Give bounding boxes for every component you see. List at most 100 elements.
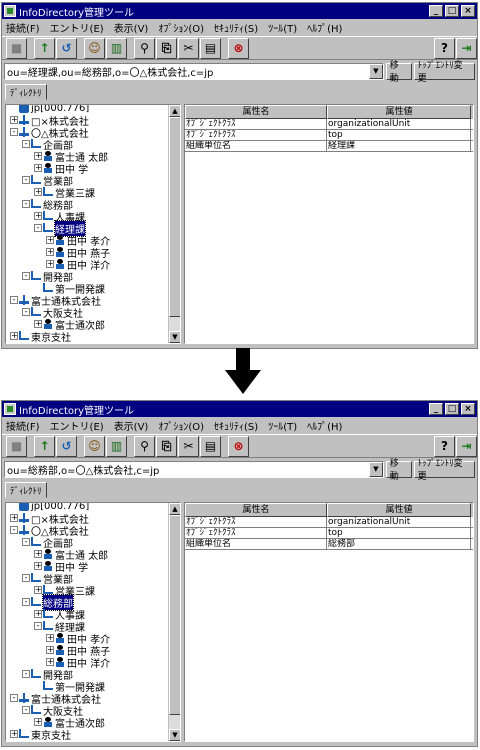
tree-scrollbar[interactable]: ▲ ▼ <box>168 503 180 741</box>
up-icon[interactable]: ↑ <box>34 435 55 457</box>
delete-icon[interactable]: ▥ <box>106 435 127 457</box>
expand-icon[interactable]: + <box>34 188 42 196</box>
collapse-icon[interactable]: - <box>10 128 18 136</box>
menu-item[interactable]: エントリ(E) <box>50 20 104 35</box>
expand-icon[interactable]: + <box>46 248 54 256</box>
maximize-button[interactable]: □ <box>445 403 459 415</box>
minimize-button[interactable]: _ <box>429 5 443 17</box>
dn-input[interactable]: ou=経理課,ou=総務部,o=〇△株式会社,c=jp ▼ <box>4 62 384 80</box>
collapse-icon[interactable]: - <box>34 224 42 232</box>
collapse-icon[interactable]: - <box>22 706 30 714</box>
table-row[interactable]: ｵﾌﾞｼﾞｪｸﾄｸﾗｽ organizationalUnit <box>185 119 473 130</box>
expand-icon[interactable]: + <box>10 332 18 340</box>
search-icon[interactable]: ⚲ <box>134 435 155 457</box>
expand-icon[interactable]: + <box>46 658 54 666</box>
collapse-icon[interactable]: - <box>10 296 18 304</box>
tree-node[interactable]: + 東京支社 <box>10 728 71 741</box>
expand-icon[interactable]: + <box>10 116 18 124</box>
menu-item[interactable]: 接続(F) <box>6 418 40 433</box>
collapse-icon[interactable]: - <box>10 694 18 702</box>
expand-icon[interactable]: + <box>34 212 42 220</box>
collapse-icon[interactable]: - <box>22 574 30 582</box>
expand-icon[interactable]: + <box>46 634 54 642</box>
exit-icon[interactable]: ⇥ <box>456 435 477 457</box>
collapse-icon[interactable]: - <box>22 670 30 678</box>
paste-icon[interactable]: ▤ <box>200 37 221 59</box>
menu-item[interactable]: ﾂｰﾙ(T) <box>268 20 297 35</box>
close-button[interactable]: × <box>461 5 475 17</box>
cut-icon[interactable]: ✂ <box>178 435 199 457</box>
expand-icon[interactable]: + <box>46 236 54 244</box>
tree-node[interactable]: + 東京支社 <box>10 330 71 343</box>
cancel-icon[interactable]: ⊗ <box>228 435 249 457</box>
menu-item[interactable]: ｾｷｭﾘﾃｨ(S) <box>214 20 258 35</box>
cut-icon[interactable]: ✂ <box>178 37 199 59</box>
tab-directory[interactable]: ﾃﾞｨﾚｸﾄﾘ <box>5 482 47 498</box>
expand-icon[interactable]: + <box>34 320 42 328</box>
scroll-down-icon[interactable]: ▼ <box>169 331 180 343</box>
scroll-up-icon[interactable]: ▲ <box>169 503 180 515</box>
expand-icon[interactable]: + <box>34 164 42 172</box>
move-button[interactable]: 移動 <box>385 61 412 84</box>
find-user-icon[interactable]: ☺ <box>84 37 105 59</box>
cancel-icon[interactable]: ⊗ <box>228 37 249 59</box>
column-header-attr-value[interactable]: 属性値 <box>327 105 471 119</box>
table-row[interactable]: 組織単位名 経理課 <box>185 141 473 152</box>
directory-tree[interactable]: ▲ ▼ jp[000.776] + □×株式会社 - 〇△株式会社 - 企画部 + 富士通 太郎 + 田… <box>5 104 181 344</box>
scroll-up-icon[interactable]: ▲ <box>169 105 180 117</box>
expand-icon[interactable]: + <box>34 610 42 618</box>
top-entry-change-button[interactable]: ﾄｯﾌﾟｴﾝﾄﾘ変更 <box>413 61 475 84</box>
help-icon[interactable]: ? <box>434 37 455 59</box>
menu-item[interactable]: 表示(V) <box>114 418 149 433</box>
expand-icon[interactable]: + <box>34 718 42 726</box>
expand-icon[interactable]: + <box>34 562 42 570</box>
directory-tree[interactable]: ▲ ▼ jp[000.776] + □×株式会社 - 〇△株式会社 - 企画部 + 富士通 太郎 + 田… <box>5 502 181 742</box>
table-row[interactable]: ｵﾌﾞｼﾞｪｸﾄｸﾗｽ organizationalUnit <box>185 517 473 528</box>
refresh-icon[interactable]: ↺ <box>56 37 77 59</box>
expand-icon[interactable]: + <box>46 646 54 654</box>
up-icon[interactable]: ↑ <box>34 37 55 59</box>
expand-icon[interactable]: + <box>10 514 18 522</box>
collapse-icon[interactable]: - <box>34 622 42 630</box>
stop-icon[interactable]: ■ <box>6 435 27 457</box>
menu-item[interactable]: 接続(F) <box>6 20 40 35</box>
collapse-icon[interactable]: - <box>22 308 30 316</box>
menu-item[interactable]: ｵﾌﾟｼｮﾝ(O) <box>158 418 204 433</box>
table-row[interactable]: 組織単位名 総務部 <box>185 539 473 550</box>
collapse-icon[interactable]: - <box>22 140 30 148</box>
exit-icon[interactable]: ⇥ <box>456 37 477 59</box>
menu-item[interactable]: ﾍﾙﾌﾟ(H) <box>307 20 342 35</box>
close-button[interactable]: × <box>461 403 475 415</box>
scroll-down-icon[interactable]: ▼ <box>169 729 180 741</box>
menu-item[interactable]: ｾｷｭﾘﾃｨ(S) <box>214 418 258 433</box>
copy-icon[interactable]: ⎘ <box>156 37 177 59</box>
collapse-icon[interactable]: - <box>22 598 30 606</box>
expand-icon[interactable]: + <box>46 260 54 268</box>
chevron-down-icon[interactable]: ▼ <box>368 63 383 79</box>
move-button[interactable]: 移動 <box>385 459 412 482</box>
tree-scrollbar[interactable]: ▲ ▼ <box>168 105 180 343</box>
find-user-icon[interactable]: ☺ <box>84 435 105 457</box>
search-icon[interactable]: ⚲ <box>134 37 155 59</box>
expand-icon[interactable]: + <box>10 730 18 738</box>
copy-icon[interactable]: ⎘ <box>156 435 177 457</box>
maximize-button[interactable]: □ <box>445 5 459 17</box>
refresh-icon[interactable]: ↺ <box>56 435 77 457</box>
menu-item[interactable]: 表示(V) <box>114 20 149 35</box>
menu-item[interactable]: ﾂｰﾙ(T) <box>268 418 297 433</box>
menu-item[interactable]: エントリ(E) <box>50 418 104 433</box>
column-header-attr-name[interactable]: 属性名 <box>185 503 327 517</box>
scroll-thumb[interactable] <box>169 117 180 317</box>
help-icon[interactable]: ? <box>434 435 455 457</box>
collapse-icon[interactable]: - <box>22 176 30 184</box>
collapse-icon[interactable]: - <box>10 526 18 534</box>
collapse-icon[interactable]: - <box>22 538 30 546</box>
paste-icon[interactable]: ▤ <box>200 435 221 457</box>
menu-item[interactable]: ﾍﾙﾌﾟ(H) <box>307 418 342 433</box>
collapse-icon[interactable]: - <box>22 200 30 208</box>
table-row[interactable]: ｵﾌﾞｼﾞｪｸﾄｸﾗｽ top <box>185 528 473 539</box>
expand-icon[interactable]: + <box>34 550 42 558</box>
chevron-down-icon[interactable]: ▼ <box>368 461 383 477</box>
column-header-attr-name[interactable]: 属性名 <box>185 105 327 119</box>
delete-icon[interactable]: ▥ <box>106 37 127 59</box>
